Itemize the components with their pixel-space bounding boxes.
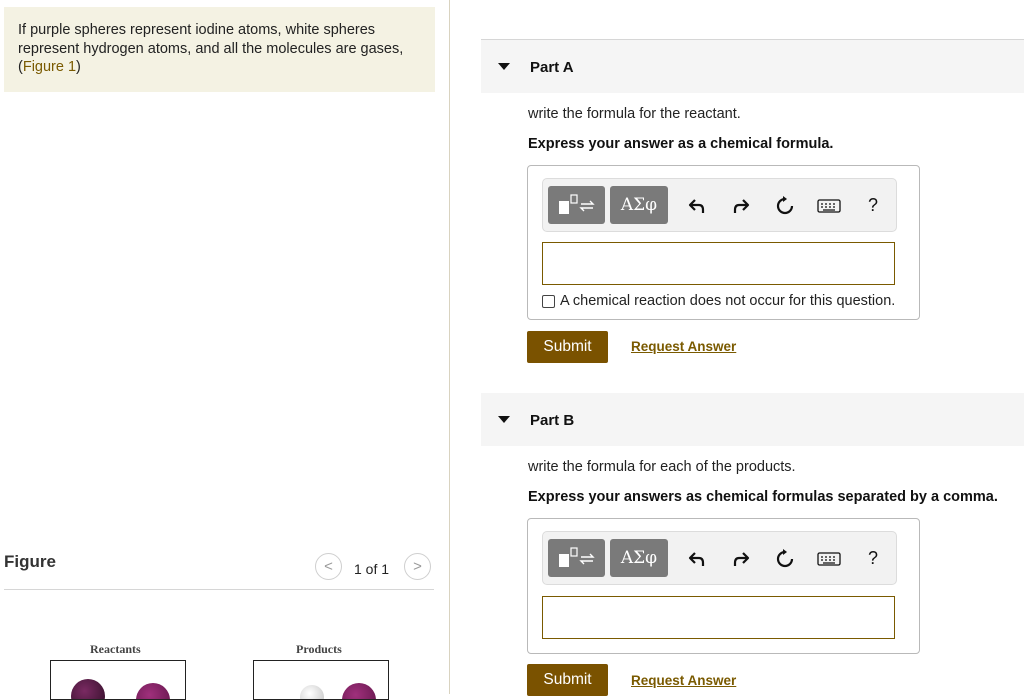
redo-icon[interactable] xyxy=(729,547,753,571)
symbols-button[interactable]: ΑΣφ xyxy=(610,539,668,577)
problem-text: If purple spheres represent iodine atoms… xyxy=(18,22,404,57)
part-a-title: Part A xyxy=(530,59,574,76)
reactant-sphere-purple xyxy=(136,683,170,699)
figure-divider xyxy=(4,589,434,590)
templates-button[interactable] xyxy=(548,186,605,224)
figure-prev-button[interactable]: < xyxy=(315,553,342,580)
part-b-header[interactable]: Part B xyxy=(481,393,1024,446)
problem-statement: If purple spheres represent iodine atoms… xyxy=(18,22,404,75)
reset-icon[interactable] xyxy=(773,547,797,571)
part-a-header[interactable]: Part A xyxy=(481,40,1024,93)
part-b-answer-box: ΑΣφ ? xyxy=(527,518,920,654)
part-b-answer-input[interactable] xyxy=(542,596,895,639)
chevron-right-icon: > xyxy=(413,558,422,575)
figure-counter: 1 of 1 xyxy=(354,561,390,577)
keyboard-icon[interactable] xyxy=(816,194,842,218)
figure-title: Figure xyxy=(4,552,56,571)
reactants-frame xyxy=(50,660,186,700)
panel-divider xyxy=(449,0,450,694)
part-a-instruction: Express your answer as a chemical formul… xyxy=(528,136,834,152)
no-reaction-checkbox[interactable] xyxy=(542,295,555,308)
help-button[interactable]: ? xyxy=(861,193,885,217)
figure-link[interactable]: Figure 1 xyxy=(23,59,76,75)
part-a-submit-button[interactable]: Submit xyxy=(527,331,608,363)
keyboard-icon[interactable] xyxy=(816,547,842,571)
part-b-request-answer-link[interactable]: Request Answer xyxy=(631,673,736,688)
undo-icon[interactable] xyxy=(685,194,709,218)
products-frame xyxy=(253,660,389,700)
collapse-caret-icon xyxy=(498,63,510,70)
symbols-button[interactable]: ΑΣφ xyxy=(610,186,668,224)
product-sphere-hydrogen xyxy=(300,685,324,699)
collapse-caret-icon xyxy=(498,416,510,423)
chevron-left-icon: < xyxy=(324,558,333,575)
part-b-question: write the formula for each of the produc… xyxy=(528,459,796,475)
help-button[interactable]: ? xyxy=(861,546,885,570)
reactant-sphere-dark xyxy=(71,679,105,699)
part-a-request-answer-link[interactable]: Request Answer xyxy=(631,339,736,354)
part-a-answer-box: ΑΣφ ? A chemical reaction does not occur… xyxy=(527,165,920,320)
products-label: Products xyxy=(296,642,342,656)
reactants-label: Reactants xyxy=(90,642,141,656)
undo-icon[interactable] xyxy=(685,547,709,571)
part-b-instruction: Express your answers as chemical formula… xyxy=(528,489,998,505)
part-a-question: write the formula for the reactant. xyxy=(528,106,741,122)
templates-button[interactable] xyxy=(548,539,605,577)
part-a-math-toolbar: ΑΣφ ? xyxy=(542,178,897,232)
no-reaction-label: A chemical reaction does not occur for t… xyxy=(560,293,896,309)
figure-next-button[interactable]: > xyxy=(404,553,431,580)
reset-icon[interactable] xyxy=(773,194,797,218)
redo-icon[interactable] xyxy=(729,194,753,218)
templates-icon xyxy=(558,194,595,214)
templates-icon xyxy=(558,547,595,567)
part-b-math-toolbar: ΑΣφ ? xyxy=(542,531,897,585)
part-a-answer-input[interactable] xyxy=(542,242,895,285)
product-sphere-iodine xyxy=(342,683,376,699)
part-b-title: Part B xyxy=(530,412,575,429)
part-b-submit-button[interactable]: Submit xyxy=(527,664,608,696)
